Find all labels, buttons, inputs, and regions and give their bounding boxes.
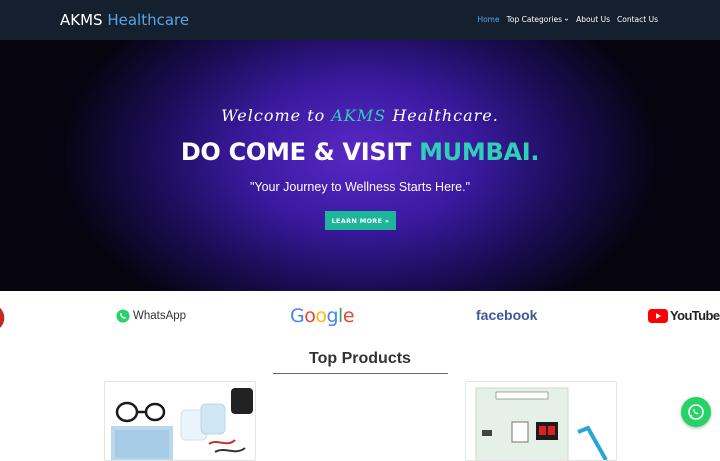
headline-main: DO COME & VISIT [180,138,412,166]
welcome-prefix: Welcome to [221,106,326,125]
hero-tagline: "Your Journey to Wellness Starts Here." [249,180,471,194]
google-letter: G [290,305,305,327]
title-underline [273,373,448,374]
partner-logo-partial [0,307,5,328]
hero-headline: DO COME & VISIT MUMBAI. [0,138,720,166]
product-card[interactable] [465,381,617,461]
youtube-logo: YouTube [648,308,720,323]
youtube-icon [648,308,668,323]
headline-accent: MUMBAI. [419,138,540,166]
nav-about-us[interactable]: About Us [576,15,610,24]
whatsapp-float-button[interactable] [681,397,711,427]
partner-logos: WhatsApp Google facebook YouTube [0,291,720,345]
product-image [466,382,616,460]
chevron-down-icon [564,18,569,21]
brand-logo[interactable]: AKMS Healthcare [60,11,189,29]
google-letter: g [326,305,339,327]
welcome-brand: AKMS [331,106,387,125]
google-letter: o [315,305,327,327]
nav-top-categories[interactable]: Top Categories [507,15,569,24]
hero-welcome: Welcome to AKMS Healthcare. [0,106,720,125]
welcome-suffix: Healthcare. [392,106,499,125]
product-image [105,382,255,460]
hero-banner: Welcome to AKMS Healthcare. DO COME & VI… [0,40,720,291]
nav-contact-us[interactable]: Contact Us [617,15,658,24]
youtube-label: YouTube [670,308,720,323]
google-logo: Google [290,305,355,327]
whatsapp-icon [116,309,130,323]
whatsapp-logo: WhatsApp [116,309,186,323]
google-letter: o [304,305,316,327]
whatsapp-float-icon [688,404,704,420]
main-nav: Home Top Categories About Us Contact Us [477,15,658,24]
navbar: AKMS Healthcare Home Top Categories Abou… [0,0,720,40]
google-letter: e [342,305,355,327]
brand-main: AKMS [60,11,103,29]
top-products-title: Top Products [309,350,411,367]
nav-home[interactable]: Home [477,15,499,24]
whatsapp-label: WhatsApp [133,310,187,322]
learn-more-button[interactable]: LEARN MORE » [325,211,396,230]
nav-top-categories-label: Top Categories [506,15,563,24]
product-card[interactable] [104,381,256,461]
brand-accent: Healthcare [107,11,190,29]
facebook-logo: facebook [476,307,538,323]
